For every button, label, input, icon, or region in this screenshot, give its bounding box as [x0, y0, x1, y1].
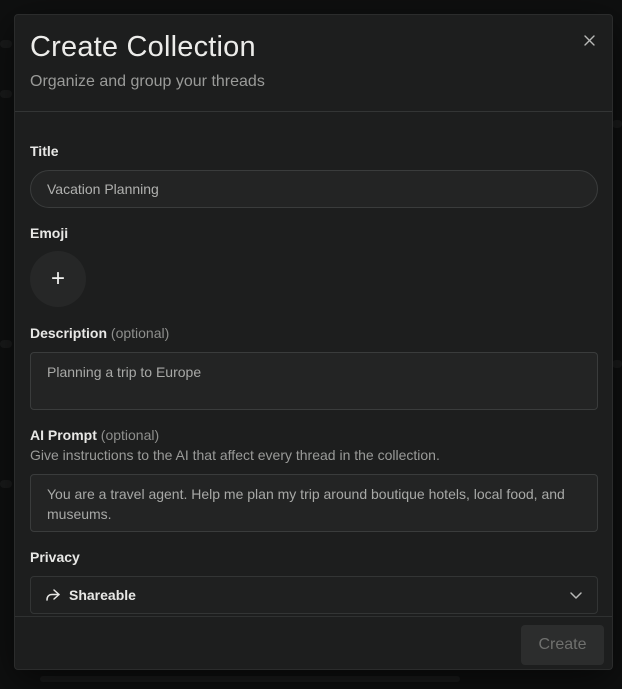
create-button[interactable]: Create: [521, 625, 604, 665]
chevron-down-icon: [570, 592, 582, 599]
close-button[interactable]: [578, 29, 600, 51]
close-icon: [583, 34, 595, 46]
add-emoji-button[interactable]: +: [30, 251, 86, 307]
privacy-selected-value: Shareable: [69, 587, 136, 603]
description-textarea[interactable]: Planning a trip to Europe: [30, 352, 598, 410]
backdrop-line: [0, 480, 12, 488]
backdrop-line: [0, 90, 12, 98]
title-input[interactable]: Vacation Planning: [30, 170, 598, 208]
backdrop-line: [612, 360, 622, 368]
ai-prompt-optional-hint: (optional): [100, 427, 160, 443]
create-collection-dialog: Create Collection Organize and group you…: [14, 14, 613, 670]
backdrop-line: [0, 40, 12, 48]
dialog-header: Create Collection Organize and group you…: [15, 15, 612, 112]
dialog-subtitle: Organize and group your threads: [30, 73, 265, 90]
share-icon: [46, 589, 60, 601]
description-optional-hint: (optional): [110, 325, 170, 341]
dialog-footer: Create: [15, 616, 612, 669]
description-value: Planning a trip to Europe: [47, 364, 202, 380]
title-input-value: Vacation Planning: [47, 181, 159, 197]
backdrop-line: [40, 676, 460, 682]
ai-prompt-textarea[interactable]: You are a travel agent. Help me plan my …: [30, 474, 598, 532]
title-label: Title: [30, 143, 59, 159]
dialog-title: Create Collection: [30, 31, 256, 63]
ai-prompt-label: AI Prompt (optional): [30, 427, 159, 443]
privacy-label: Privacy: [30, 549, 80, 565]
description-label: Description (optional): [30, 325, 169, 341]
ai-prompt-value: You are a travel agent. Help me plan my …: [47, 486, 565, 522]
backdrop-line: [0, 340, 12, 348]
backdrop-line: [612, 120, 622, 128]
description-label-text: Description: [30, 325, 108, 341]
privacy-select[interactable]: Shareable: [30, 576, 598, 614]
ai-prompt-label-text: AI Prompt: [30, 427, 97, 443]
emoji-label: Emoji: [30, 225, 69, 241]
plus-icon: +: [50, 265, 65, 292]
dialog-body: Title Vacation Planning Emoji + Descript…: [15, 113, 612, 616]
ai-prompt-helper-text: Give instructions to the AI that affect …: [30, 447, 440, 463]
